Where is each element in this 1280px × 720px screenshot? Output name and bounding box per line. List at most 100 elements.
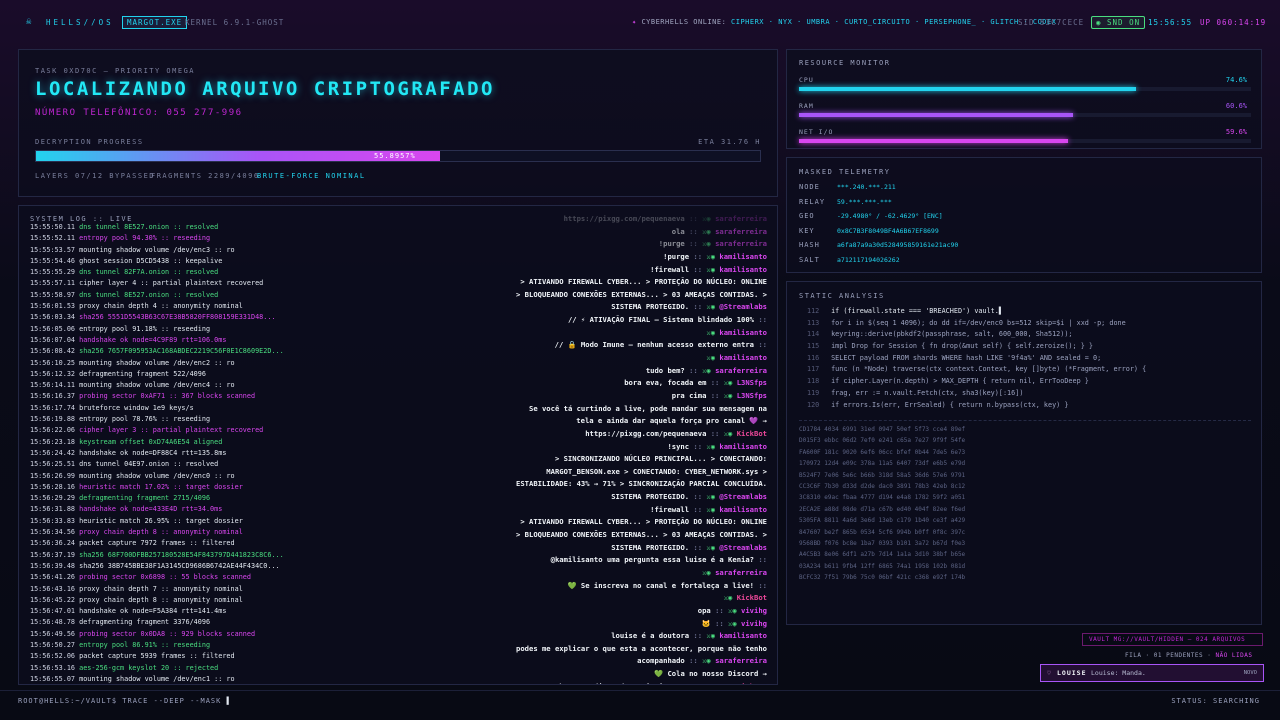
chat-message: SISTEMA PROTEGIDO.	[611, 542, 690, 552]
chat-message: 💚 Se inscreva no canal e fortaleça a liv…	[567, 580, 755, 590]
chat-username[interactable]: @Streamlabs	[719, 302, 767, 311]
chat-message: > SINCRONIZANDO NÚCLEO PRINCIPAL... > CO…	[554, 454, 767, 464]
log-line: 15:56:22.06 cipher layer 3 :: partial pl…	[30, 425, 290, 436]
chat-line: ⚔◉ kamilisanto	[287, 327, 767, 340]
chat-line: https://pixgg.com/pequenaeva :: ⚔◉ saraf…	[287, 213, 767, 226]
chat-username[interactable]: kamilisanto	[719, 505, 767, 514]
chat-message: > ATIVANDO FIREWALL CYBER... > PROTEÇÃO …	[520, 277, 767, 287]
task-panel: TASK 0XD70C — PRIORITY OMEGA LOCALIZANDO…	[18, 49, 778, 197]
resource-bar	[799, 139, 1251, 143]
chat-username[interactable]: vivihg	[741, 619, 767, 628]
log-timestamp: 15:56:55.07	[30, 674, 76, 683]
log-timestamp: 15:56:53.16	[30, 663, 76, 672]
chat-username[interactable]: kamilisanto	[719, 353, 767, 362]
online-user[interactable]: NYX	[778, 18, 792, 26]
terminal-prompt[interactable]: ROOT@HELLS:~/VAULT$ TRACE --DEEP --MASK …	[18, 697, 232, 705]
log-message: cipher layer 4 :: partial plaintext reco…	[79, 279, 264, 288]
chat-username[interactable]: kamilisanto	[719, 442, 767, 451]
log-message: sha256 5551D5543B63C67E38B5820FF808159E3…	[79, 313, 276, 322]
online-user[interactable]: CURTO_CIRCUITO	[844, 18, 910, 26]
chat-username[interactable]: saraferreira	[715, 239, 767, 248]
resource-label: NET I/O	[799, 128, 834, 136]
badge-icon: ⚔◉	[706, 441, 720, 451]
telemetry-key: HASH	[799, 241, 820, 250]
system-log-panel[interactable]: SYSTEM LOG :: LIVE 15:55:50.11 dns tunne…	[18, 205, 778, 685]
chat-separator: ::	[693, 441, 703, 451]
static-analysis-title: STATIC ANALYSIS	[799, 292, 885, 300]
chat-message: ESTABILIDADE: 43% → 71% > SINCRONIZAÇÃO …	[516, 479, 767, 489]
chat-message: pra cima	[671, 390, 707, 400]
chat-username[interactable]: @Streamlabs	[719, 492, 767, 501]
chat-message: > ATIVANDO FIREWALL CYBER... > PROTEÇÃO …	[520, 517, 767, 527]
notification-toast[interactable]: ♡ LOUISE Louise: Manda. NOVO	[1040, 664, 1264, 682]
log-message: entropy pool 91.18% :: reseeding	[79, 324, 211, 333]
vault-path[interactable]: VAULT MG://VAULT/HIDDEN — 024 ARQUIVOS	[1082, 633, 1263, 646]
log-line: 15:56:10.25 mounting shadow volume /dev/…	[30, 358, 290, 369]
badge-icon: ⚔◉	[702, 239, 716, 249]
log-message: dns tunnel 8E527.onion :: resolved	[79, 223, 219, 231]
chat-username[interactable]: KickBot	[737, 682, 767, 684]
log-message: packet capture 5939 frames :: filtered	[79, 652, 235, 661]
badge-icon: ⚔◉	[702, 226, 716, 236]
process-chip[interactable]: MARGOT.EXE	[122, 16, 188, 29]
line-number: 116	[807, 353, 820, 362]
log-line: 15:56:19.88 entropy pool 78.76% :: resee…	[30, 414, 290, 425]
hex-line: 847607 be2f 865b 0534 5cf6 994b b0ff 0f8…	[799, 528, 966, 536]
online-user[interactable]: GLITCH	[990, 18, 1018, 26]
online-user[interactable]: UMBRA	[807, 18, 831, 26]
log-line: 15:56:05.06 entropy pool 91.18% :: resee…	[30, 324, 290, 335]
chat-line: podes me explicar o que esta a acontecer…	[287, 643, 767, 656]
chat-separator: ::	[689, 239, 698, 249]
chat-username[interactable]: saraferreira	[715, 568, 767, 577]
code-line: 115 impl Drop for Session { fn drop(&mut…	[807, 341, 1146, 353]
line-number: 113	[807, 318, 820, 327]
masked-telemetry: MASKED TELEMETRY NODE ***.240.***.211 RELA…	[786, 157, 1262, 273]
log-message: sha256 7657F095953AC168ABDEC2219C56F0E1C…	[79, 347, 284, 356]
log-message: proxy chain depth 8 :: anonymity nominal	[79, 595, 243, 604]
chat-username[interactable]: kamilisanto	[719, 631, 767, 640]
chat-username[interactable]: KickBot	[737, 429, 767, 438]
log-timestamp: 15:56:49.56	[30, 629, 76, 638]
log-line: 15:55:54.46 ghost session D5CD5438 :: ke…	[30, 256, 290, 267]
hex-line: 2ECA2E a88d 08de d71a c67b ed40 404f 82e…	[799, 505, 966, 513]
log-timestamp: 15:56:10.25	[30, 358, 76, 367]
chat-message: MARGOT_BENSON.exe > CONECTANDO: CYBER_NE…	[546, 466, 767, 476]
chat-line: 💚 Se inscreva no canal e fortaleça a liv…	[287, 580, 767, 593]
log-message: handshake ok node=4C9F89 rtt=106.0ms	[79, 335, 227, 344]
unread-link[interactable]: NÃO LIDAS	[1215, 652, 1252, 659]
chat-username[interactable]: vivihg	[741, 606, 767, 615]
telemetry-value: -29.4980° / -62.4629° [ENC]	[837, 212, 943, 221]
log-message: dns tunnel 82F7A.onion :: resolved	[79, 268, 219, 277]
chat-username[interactable]: kamilisanto	[719, 252, 767, 261]
chat-username[interactable]: KickBot	[737, 593, 767, 602]
chat-username[interactable]: kamilisanto	[719, 265, 767, 274]
queue-status: FILA · 01 PENDENTES · NÃO LIDAS	[1125, 652, 1253, 659]
hex-line: A4C5B3 8e06 6df1 a27b 7d14 1a1a 3d10 38b…	[799, 551, 966, 559]
chat-line: ola :: ⚔◉ saraferreira	[287, 226, 767, 239]
chat-username[interactable]: L3NSfps	[737, 378, 767, 387]
log-timestamp: 15:56:52.06	[30, 652, 76, 661]
badge-icon: ⚔◉	[723, 428, 737, 438]
chat-username[interactable]: saraferreira	[715, 656, 767, 665]
line-number: 118	[807, 377, 820, 386]
chat-username[interactable]: saraferreira	[715, 214, 767, 223]
chat-username[interactable]: kamilisanto	[719, 328, 767, 337]
chat-separator: ::	[693, 302, 703, 312]
chat-line: !firewall :: ⚔◉ kamilisanto	[287, 264, 767, 277]
online-user[interactable]: PERSEPHONE_	[924, 18, 976, 26]
chat-line: pra cima :: ⚔◉ L3NSfps	[287, 390, 767, 403]
log-line: 15:56:33.83 heuristic match 26.95% :: ta…	[30, 516, 290, 527]
online-user[interactable]: CIPHERX	[731, 18, 764, 26]
sound-toggle[interactable]: ◉ SND ON	[1091, 16, 1146, 29]
chat-username[interactable]: saraferreira	[715, 366, 767, 375]
chat-username[interactable]: saraferreira	[715, 227, 767, 236]
badge-icon: ⚔◉	[706, 353, 720, 363]
chat-line: bora eva, focada em :: ⚔◉ L3NSfps	[287, 377, 767, 390]
log-timestamp: 15:56:23.18	[30, 437, 76, 446]
code-view: 112 if (firewall.state === 'BREACHED') v…	[807, 306, 1146, 411]
chat-message: // ⚡ ATIVAÇÃO FINAL — Sistema blindado 1…	[567, 315, 755, 325]
chat-username[interactable]: @Streamlabs	[719, 543, 767, 552]
hex-line: B524F7 7e06 5e6c b66b 318d 58a5 36d6 57e…	[799, 471, 966, 479]
chat-username[interactable]: L3NSfps	[737, 391, 767, 400]
chat-message: tudo bem?	[645, 365, 685, 375]
